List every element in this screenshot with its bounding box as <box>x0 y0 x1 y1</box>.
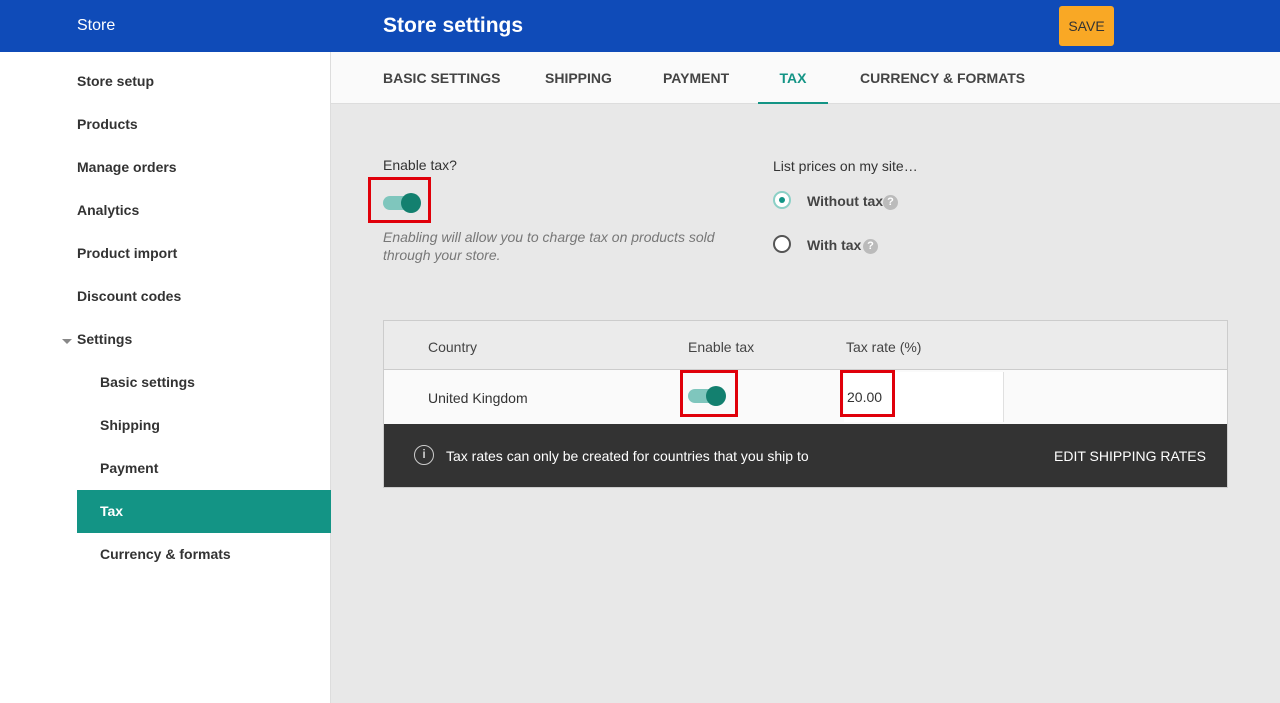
sidebar-item-currency-formats[interactable]: Currency & formats <box>100 533 231 576</box>
tab-currency-formats[interactable]: CURRENCY & FORMATS <box>860 52 1025 104</box>
table-row: United Kingdom <box>384 370 1227 424</box>
highlight-box <box>680 370 738 417</box>
tab-basic-settings[interactable]: BASIC SETTINGS <box>383 52 500 104</box>
country-cell: United Kingdom <box>428 390 528 406</box>
sidebar-item-analytics[interactable]: Analytics <box>77 189 139 232</box>
sidebar-item-products[interactable]: Products <box>77 103 138 146</box>
column-header-country: Country <box>428 339 478 355</box>
info-icon: i <box>414 445 434 465</box>
sidebar-item-basic-settings[interactable]: Basic settings <box>100 361 195 404</box>
highlight-box <box>840 370 895 417</box>
column-header-tax-rate: Tax rate (%) <box>846 339 922 355</box>
tab-shipping[interactable]: SHIPPING <box>545 52 612 104</box>
enable-tax-label: Enable tax? <box>383 157 457 173</box>
enable-tax-hint: Enabling will allow you to charge tax on… <box>383 229 715 263</box>
list-prices-label: List prices on my site… <box>773 158 918 174</box>
sidebar-item-payment[interactable]: Payment <box>100 447 158 490</box>
sidebar-item-store-setup[interactable]: Store setup <box>77 60 154 103</box>
highlight-box <box>368 177 431 223</box>
page-title: Store settings <box>383 14 524 37</box>
info-banner: i Tax rates can only be created for coun… <box>384 424 1227 487</box>
with-tax-label[interactable]: With tax <box>807 237 861 253</box>
with-tax-radio[interactable] <box>773 235 791 253</box>
tab-tax[interactable]: TAX <box>758 52 828 104</box>
sidebar-item-product-import[interactable]: Product import <box>77 232 177 275</box>
sidebar-item-settings[interactable]: Settings <box>77 318 132 361</box>
info-text: Tax rates can only be created for countr… <box>446 448 809 464</box>
table-header: Country Enable tax Tax rate (%) <box>384 321 1227 370</box>
edit-shipping-rates-link[interactable]: EDIT SHIPPING RATES <box>1054 448 1206 464</box>
help-icon[interactable]: ? <box>863 239 878 254</box>
chevron-down-icon[interactable] <box>62 339 72 344</box>
sidebar-item-manage-orders[interactable]: Manage orders <box>77 146 177 189</box>
without-tax-label[interactable]: Without tax <box>807 193 883 209</box>
sidebar-item-shipping[interactable]: Shipping <box>100 404 160 447</box>
app-title: Store <box>77 17 116 34</box>
save-button[interactable]: SAVE <box>1059 6 1114 46</box>
without-tax-radio[interactable] <box>773 191 791 209</box>
tax-rates-table: Country Enable tax Tax rate (%) United K… <box>383 320 1228 488</box>
column-header-enable-tax: Enable tax <box>688 339 755 355</box>
top-bar: Store Store settings SAVE <box>0 0 1280 52</box>
help-icon[interactable]: ? <box>883 195 898 210</box>
sidebar-item-discount-codes[interactable]: Discount codes <box>77 275 181 318</box>
tab-payment[interactable]: PAYMENT <box>663 52 729 104</box>
sidebar-item-tax[interactable]: Tax <box>77 490 331 533</box>
settings-tabs: BASIC SETTINGS SHIPPING PAYMENT TAX CURR… <box>331 52 1280 104</box>
